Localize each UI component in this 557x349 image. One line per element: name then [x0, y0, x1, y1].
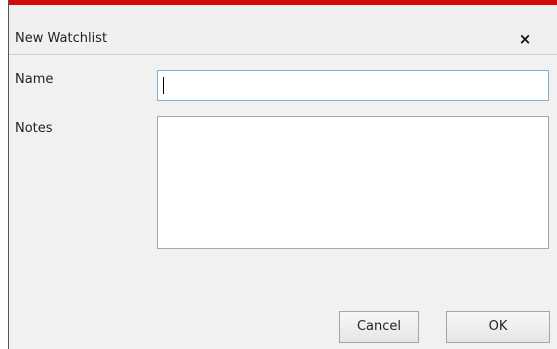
new-watchlist-dialog: New Watchlist × Name Notes Cancel OK — [8, 0, 557, 349]
text-caret — [163, 77, 164, 94]
name-label: Name — [15, 72, 54, 87]
dialog-titlebar: New Watchlist × — [9, 5, 557, 55]
notes-label: Notes — [15, 121, 53, 136]
ok-button[interactable]: OK — [446, 311, 550, 343]
close-icon[interactable]: × — [514, 28, 536, 50]
name-input[interactable] — [157, 70, 549, 101]
dialog-title: New Watchlist — [15, 31, 108, 46]
cancel-button[interactable]: Cancel — [339, 311, 419, 343]
notes-textarea[interactable] — [157, 116, 549, 249]
